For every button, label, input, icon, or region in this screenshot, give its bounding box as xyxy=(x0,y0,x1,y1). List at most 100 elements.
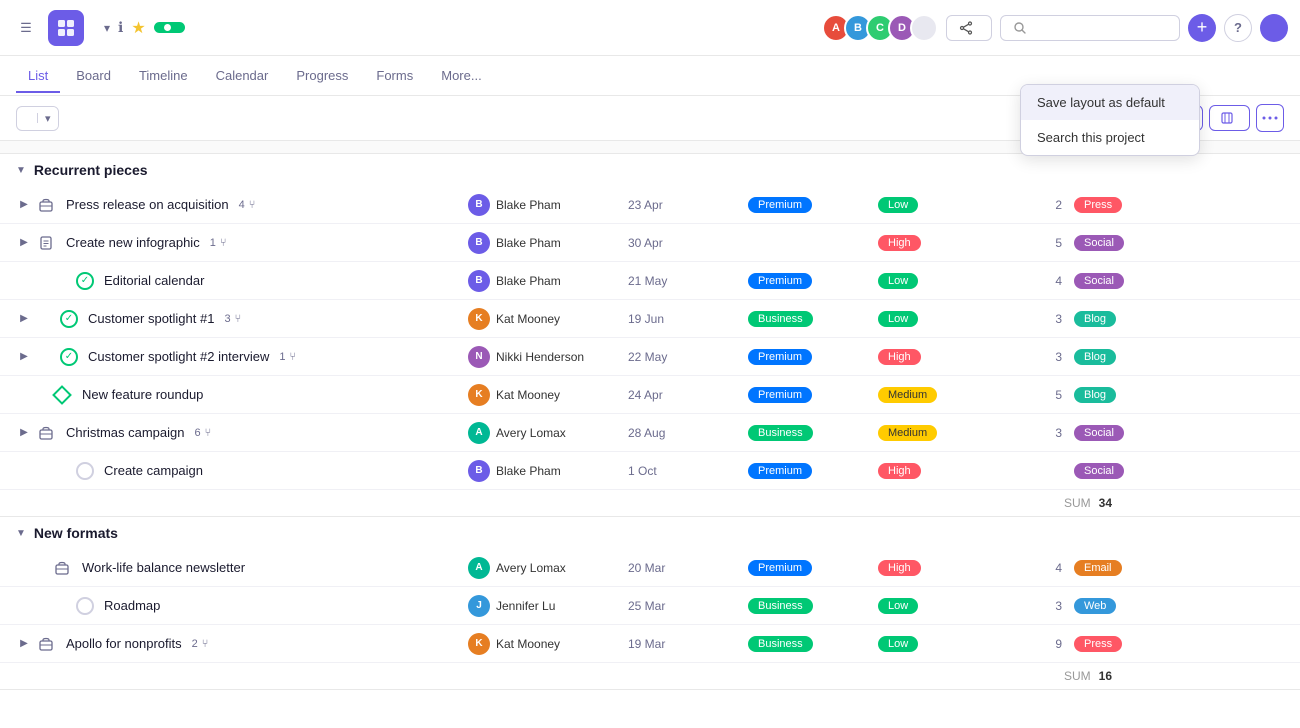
task-meta: 3 ⑂ xyxy=(224,313,241,325)
task-name-cell: ▶ Customer spotlight #1 3 ⑂ xyxy=(0,303,460,334)
task-name-label[interactable]: Editorial calendar xyxy=(98,265,210,296)
info-icon[interactable]: ℹ xyxy=(118,19,123,36)
group-toggle[interactable]: ▼ xyxy=(16,165,26,176)
priority-badge: High xyxy=(878,560,921,576)
group-toggle[interactable]: ▼ xyxy=(16,528,26,539)
task-icon xyxy=(36,423,56,443)
tag-badge: Blog xyxy=(1074,311,1116,327)
tag-badge: Press xyxy=(1074,197,1122,213)
sum-value: 16 xyxy=(1099,669,1112,683)
audience-cell: Premium xyxy=(740,462,870,479)
assignee-avatar: A xyxy=(468,557,490,579)
task-check[interactable] xyxy=(76,597,94,615)
topbar-right: A B C D xyxy=(822,14,1288,42)
task-check-done[interactable] xyxy=(60,310,78,328)
task-name-label[interactable]: New feature roundup xyxy=(76,379,209,410)
task-name-label[interactable]: Christmas campaign xyxy=(60,417,191,448)
expand-icon[interactable]: ▶ xyxy=(16,425,32,441)
dropdown-item-search[interactable]: Search this project xyxy=(1021,120,1199,155)
task-check-done[interactable] xyxy=(76,272,94,290)
task-name-label[interactable]: Press release on acquisition xyxy=(60,189,235,220)
help-button[interactable]: ? xyxy=(1224,14,1252,42)
more-options-button[interactable] xyxy=(1256,104,1284,132)
expand-icon[interactable]: ▶ xyxy=(16,311,32,327)
add-task-main[interactable] xyxy=(17,113,38,123)
assignee-cell: N Nikki Henderson xyxy=(460,346,620,368)
assignee-cell: K Kat Mooney xyxy=(460,633,620,655)
dropdown-item-save-layout[interactable]: Save layout as default xyxy=(1021,85,1199,120)
task-meta: 4 ⑂ xyxy=(239,199,256,211)
tab-more[interactable]: More... xyxy=(429,60,493,93)
tag-cell: Blog xyxy=(1070,386,1160,403)
content-area: ▼ Recurrent pieces ▶ Press release on ac… xyxy=(0,154,1300,702)
task-name-label[interactable]: Create new infographic xyxy=(60,227,206,258)
expand-icon[interactable]: ▶ xyxy=(16,235,32,251)
add-task-dropdown-icon[interactable]: ▾ xyxy=(38,107,58,130)
add-task-button[interactable]: ▾ xyxy=(16,106,59,131)
portfolio-icon xyxy=(38,425,54,441)
audience-badge: Premium xyxy=(748,197,812,213)
fields-button[interactable] xyxy=(1209,105,1250,131)
table-row: Editorial calendar B Blake Pham 21 May P… xyxy=(0,262,1300,300)
share-button[interactable] xyxy=(946,15,992,41)
title-chevron-icon[interactable]: ▾ xyxy=(104,21,110,35)
audience-badge: Business xyxy=(748,636,813,652)
task-name-cell: New feature roundup xyxy=(0,379,460,410)
assignee-name: Kat Mooney xyxy=(496,312,560,326)
tag-badge: Email xyxy=(1074,560,1122,576)
assignee-cell: K Kat Mooney xyxy=(460,308,620,330)
task-name-label[interactable]: Create campaign xyxy=(98,455,209,486)
tag-cell: Social xyxy=(1070,234,1160,251)
assignee-cell: A Avery Lomax xyxy=(460,557,620,579)
num-cell: 3 xyxy=(990,312,1070,326)
user-avatar[interactable] xyxy=(1260,14,1288,42)
assignee-name: Avery Lomax xyxy=(496,426,566,440)
task-name-label[interactable]: Work-life balance newsletter xyxy=(76,552,251,583)
group-name: Recurrent pieces xyxy=(34,162,148,178)
tab-timeline[interactable]: Timeline xyxy=(127,60,200,93)
tab-list[interactable]: List xyxy=(16,60,60,93)
table-row: Roadmap J Jennifer Lu 25 Mar Business Lo… xyxy=(0,587,1300,625)
num-cell: 3 xyxy=(990,426,1070,440)
task-name-label[interactable]: Roadmap xyxy=(98,590,166,621)
expand-icon[interactable]: ▶ xyxy=(16,636,32,652)
task-icon xyxy=(36,309,56,329)
assignee-name: Blake Pham xyxy=(496,236,561,250)
assignee-name: Blake Pham xyxy=(496,274,561,288)
add-button[interactable]: + xyxy=(1188,14,1216,42)
assignee-cell: B Blake Pham xyxy=(460,270,620,292)
task-check-done[interactable] xyxy=(60,348,78,366)
task-name-label[interactable]: Apollo for nonprofits xyxy=(60,628,188,659)
assignee-name: Blake Pham xyxy=(496,464,561,478)
task-icon xyxy=(36,634,56,654)
avatar-count[interactable] xyxy=(910,14,938,42)
sum-value: 34 xyxy=(1099,496,1112,510)
priority-badge: Low xyxy=(878,197,918,213)
priority-badge: High xyxy=(878,349,921,365)
sidebar-toggle[interactable]: ☰ xyxy=(12,14,40,42)
expand-icon[interactable]: ▶ xyxy=(16,349,32,365)
tab-board[interactable]: Board xyxy=(64,60,123,93)
tab-forms[interactable]: Forms xyxy=(364,60,425,93)
tab-calendar[interactable]: Calendar xyxy=(204,60,281,93)
assignee-avatar: K xyxy=(468,308,490,330)
task-check[interactable] xyxy=(76,462,94,480)
star-icon[interactable]: ★ xyxy=(131,18,145,38)
due-date-cell: 30 Apr xyxy=(620,236,740,250)
due-date-cell: 1 Oct xyxy=(620,464,740,478)
priority-cell: High xyxy=(870,234,990,251)
search-bar[interactable] xyxy=(1000,15,1180,41)
subtask-icon: ⑂ xyxy=(220,237,227,249)
task-name-label[interactable]: Customer spotlight #1 xyxy=(82,303,220,334)
task-icon xyxy=(52,461,72,481)
task-name-cell: ▶ Christmas campaign 6 ⑂ xyxy=(0,417,460,448)
task-num: 5 xyxy=(1055,236,1062,250)
tab-progress[interactable]: Progress xyxy=(284,60,360,93)
tag-cell: Social xyxy=(1070,272,1160,289)
num-cell: 2 xyxy=(990,198,1070,212)
task-name-cell: ▶ Create new infographic 1 ⑂ xyxy=(0,227,460,258)
task-name-label[interactable]: Customer spotlight #2 interview xyxy=(82,341,275,372)
task-meta: 1 ⑂ xyxy=(279,351,296,363)
expand-icon[interactable]: ▶ xyxy=(16,197,32,213)
task-icon xyxy=(36,347,56,367)
